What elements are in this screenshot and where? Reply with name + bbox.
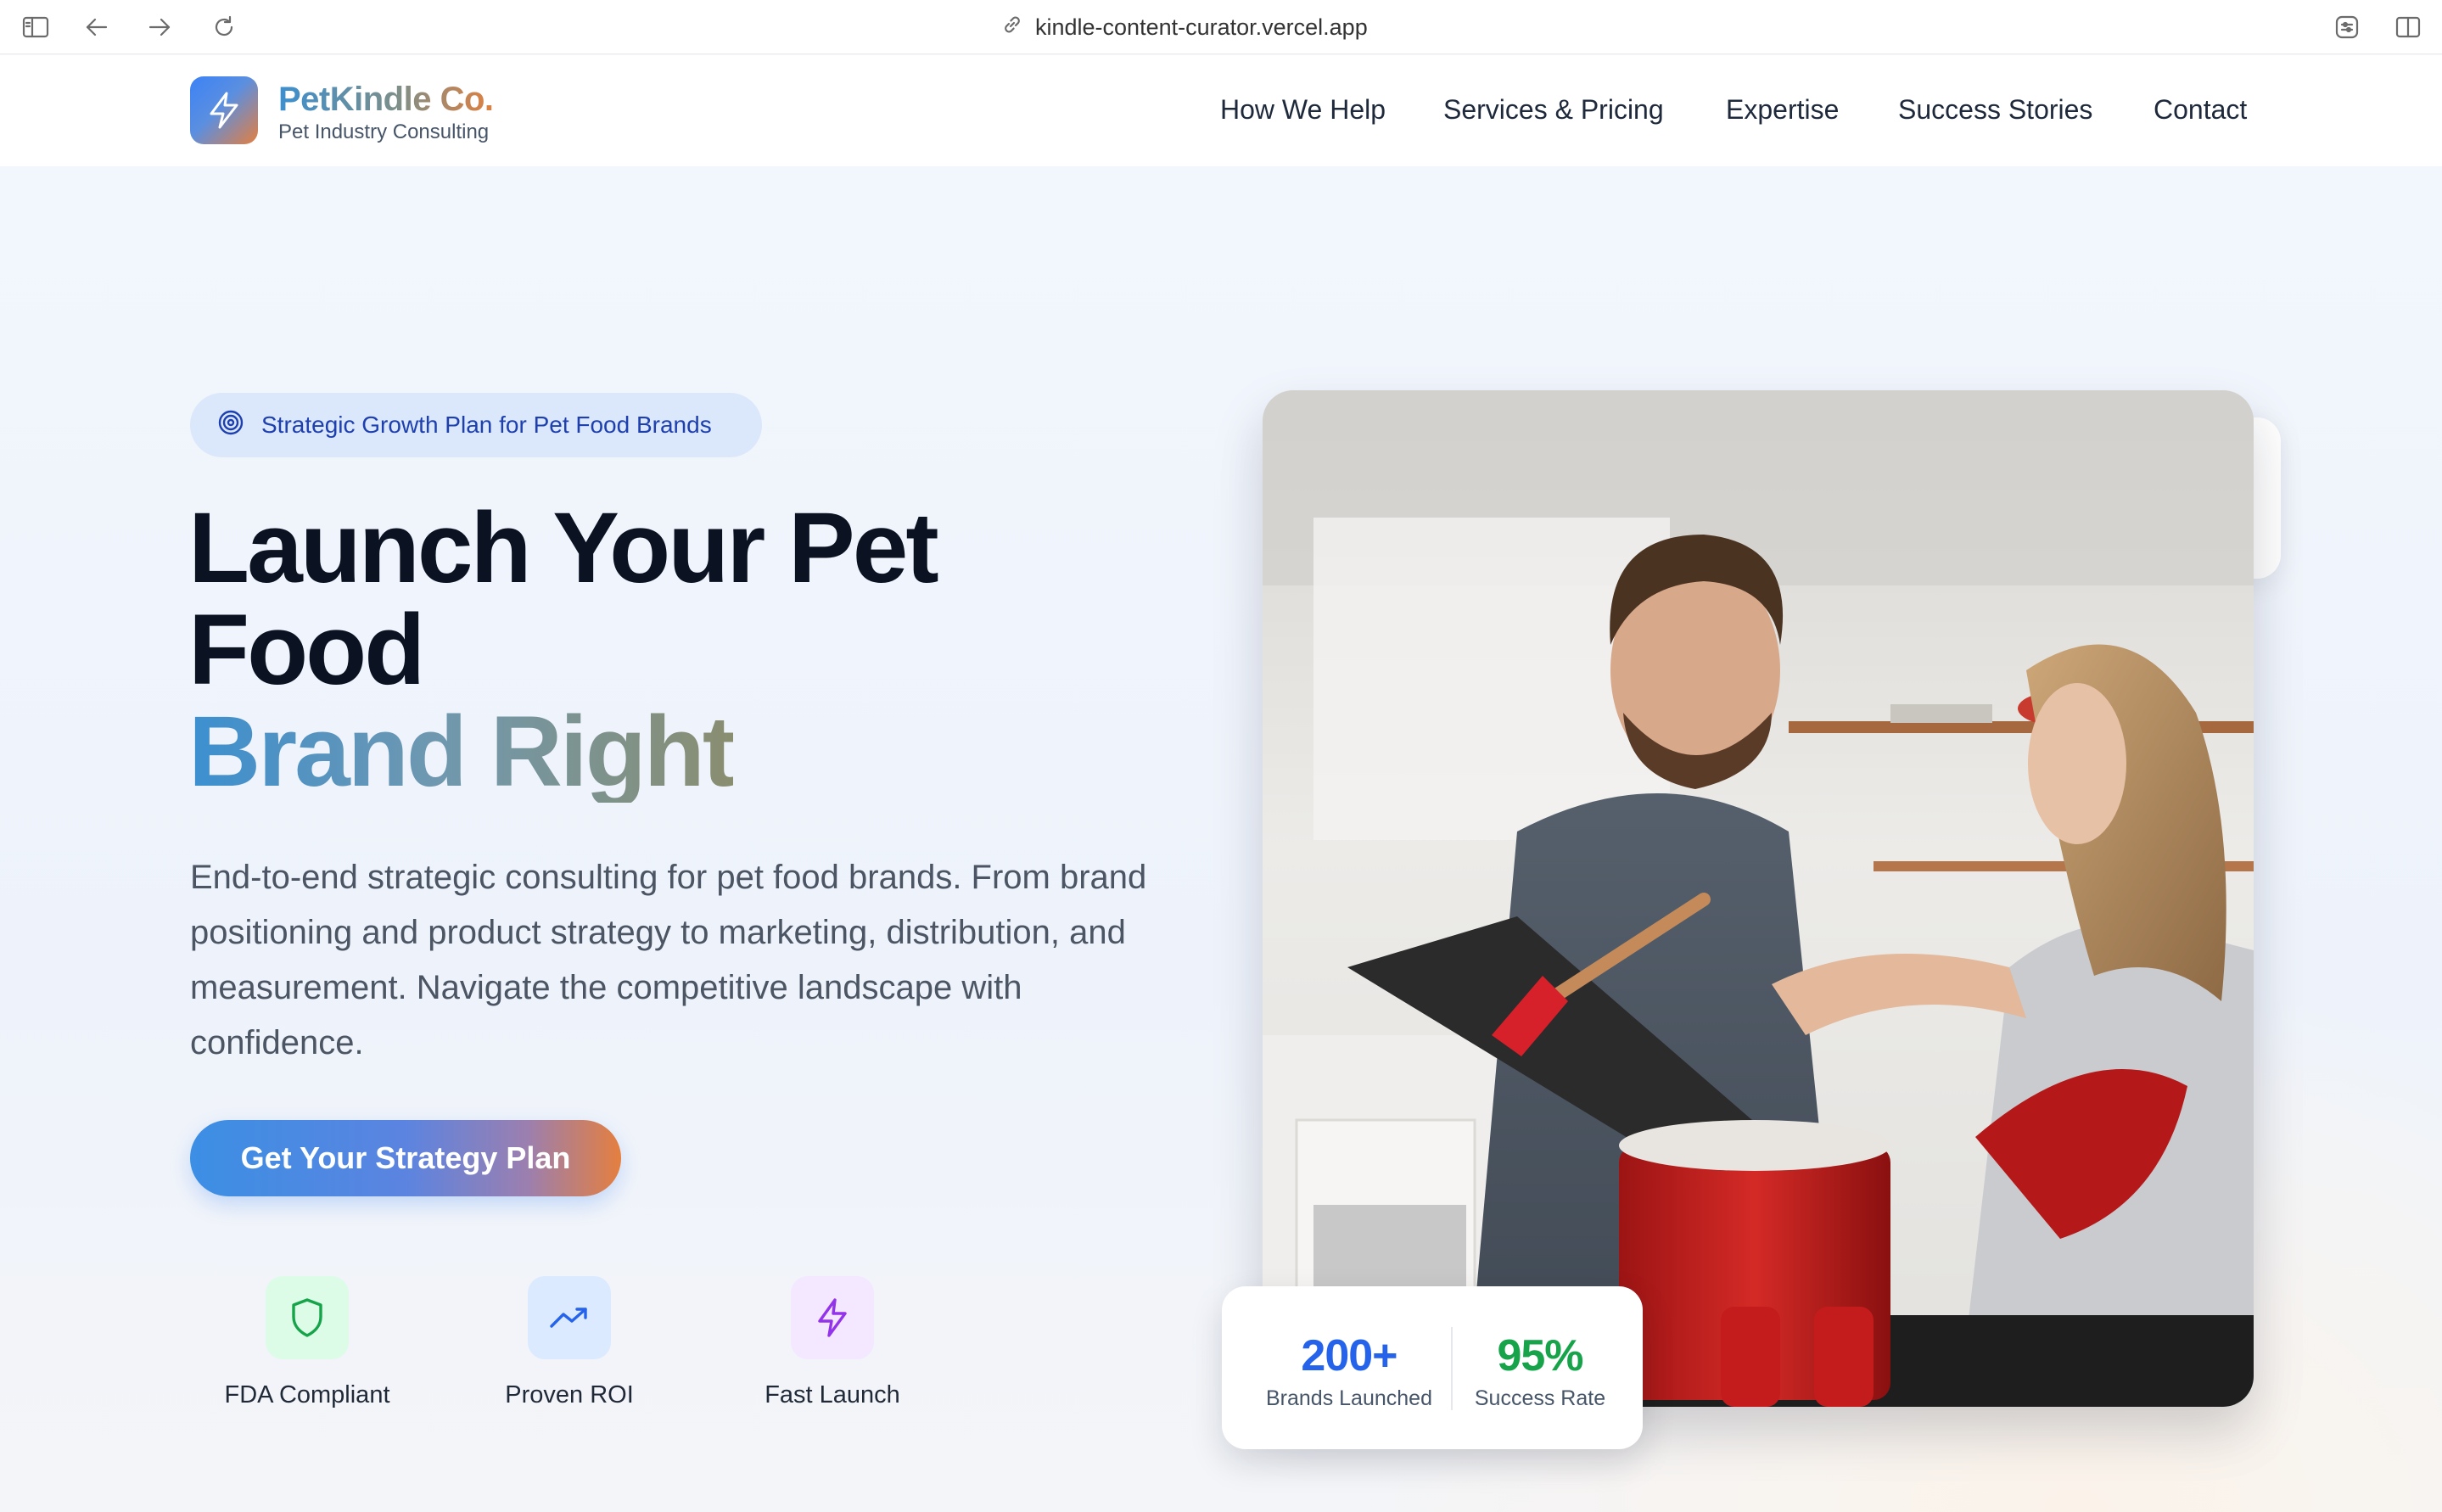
- stat-success-rate: 95% Success Rate: [1447, 1330, 1633, 1411]
- headline-accent: Brand Right: [188, 696, 736, 808]
- stat-value: 95%: [1497, 1331, 1583, 1380]
- address-bar[interactable]: kindle-content-curator.vercel.app: [1001, 12, 1368, 42]
- shield-icon: [266, 1276, 349, 1359]
- back-arrow-icon[interactable]: [81, 12, 112, 42]
- site-header: PetKindle Co. Pet Industry Consulting Ho…: [0, 55, 2442, 166]
- feature-fast-launch: Fast Launch: [722, 1276, 943, 1409]
- hero-section: Strategic Growth Plan for Pet Food Brand…: [0, 166, 2442, 1512]
- extensions-icon[interactable]: [2332, 12, 2362, 42]
- feature-label: FDA Compliant: [224, 1381, 390, 1408]
- headline-line-1: Launch Your Pet: [188, 492, 939, 604]
- trending-up-icon: [528, 1276, 611, 1359]
- split-view-icon[interactable]: [2393, 12, 2423, 42]
- nav-contact[interactable]: Contact: [2154, 94, 2247, 126]
- sidebar-toggle-icon[interactable]: [20, 12, 51, 42]
- stat-label: Success Rate: [1474, 1386, 1606, 1410]
- forward-arrow-icon[interactable]: [144, 12, 175, 42]
- browser-toolbar: kindle-content-curator.vercel.app: [0, 0, 2442, 54]
- stat-value: 200+: [1301, 1331, 1397, 1380]
- feature-fda-compliant: FDA Compliant: [197, 1276, 417, 1409]
- nav-expertise[interactable]: Expertise: [1726, 94, 1839, 126]
- nav-success-stories[interactable]: Success Stories: [1898, 94, 2092, 126]
- lightning-icon: [791, 1276, 874, 1359]
- stat-label: Brands Launched: [1266, 1386, 1432, 1410]
- feature-label: Proven ROI: [505, 1381, 634, 1408]
- strategy-badge: Strategic Growth Plan for Pet Food Brand…: [190, 393, 762, 457]
- reload-icon[interactable]: [209, 12, 239, 42]
- hero-description: End-to-end strategic consulting for pet …: [190, 859, 1147, 1061]
- main-nav: How We Help Services & Pricing Expertise…: [0, 94, 2442, 128]
- feature-proven-roi: Proven ROI: [459, 1276, 680, 1409]
- stats-card: 200+ Brands Launched 95% Success Rate: [1222, 1286, 1643, 1449]
- nav-how-we-help[interactable]: How We Help: [1220, 94, 1386, 126]
- hero-photo: [1263, 390, 2254, 1407]
- badge-text: Strategic Growth Plan for Pet Food Brand…: [261, 412, 712, 438]
- headline-line-2: Food: [188, 594, 425, 706]
- get-strategy-plan-button[interactable]: Get Your Strategy Plan: [190, 1120, 621, 1196]
- stat-brands-launched: 200+ Brands Launched: [1256, 1330, 1442, 1411]
- feature-label: Fast Launch: [765, 1381, 900, 1408]
- link-icon: [1001, 14, 1023, 42]
- hero-headline: Launch Your Pet Food Brand Right: [188, 497, 1207, 803]
- target-icon: [217, 409, 244, 442]
- nav-services-pricing[interactable]: Services & Pricing: [1443, 94, 1664, 126]
- url-text: kindle-content-curator.vercel.app: [1035, 14, 1368, 40]
